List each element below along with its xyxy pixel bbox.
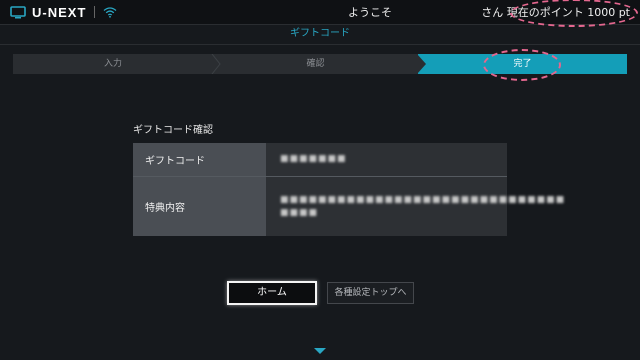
complete-highlight-annotation [483,49,561,81]
step-input: 入力 [13,54,213,74]
benefit-redacted: ■■■■■■■■■■■■■■■■■■■■■■■■■■■■■■ ■■■■ [280,194,566,218]
chevron-down-icon[interactable] [313,347,327,355]
step-separator-chevron [211,54,221,74]
table-row: 特典内容 ■■■■■■■■■■■■■■■■■■■■■■■■■■■■■■ ■■■■ [133,177,566,236]
welcome-text: ようこそ [348,6,392,19]
gift-code-label: ギフトコード [133,143,266,176]
benefit-label: 特典内容 [133,177,266,236]
section-title: ギフトコード確認 [133,125,213,136]
tv-icon [10,5,26,18]
home-button[interactable]: ホーム [227,281,317,305]
table-row: ギフトコード ■■■■■■■ [133,143,507,177]
gift-code-redacted: ■■■■■■■ [280,154,347,164]
page-subtitle: ギフトコード [290,28,350,39]
unext-logo: U-NEXT [10,4,117,20]
header-divider [0,44,640,45]
wifi-icon [103,7,117,18]
gift-code-table: ギフトコード ■■■■■■■ 特典内容 ■■■■■■■■■■■■■■■■■■■■… [133,143,566,236]
logo-text: U-NEXT [32,4,87,20]
points-highlight-annotation [510,0,638,27]
settings-top-button[interactable]: 各種設定トップへ [327,282,414,304]
gift-code-value: ■■■■■■■ [266,143,507,176]
step-active-chevron [417,54,426,74]
top-bar: U-NEXT ようこそ さん 現在のポイント 1000 pt [0,0,640,27]
benefit-value: ■■■■■■■■■■■■■■■■■■■■■■■■■■■■■■ ■■■■ [266,177,566,236]
step-confirm: 確認 [213,54,418,74]
logo-divider [94,6,96,18]
